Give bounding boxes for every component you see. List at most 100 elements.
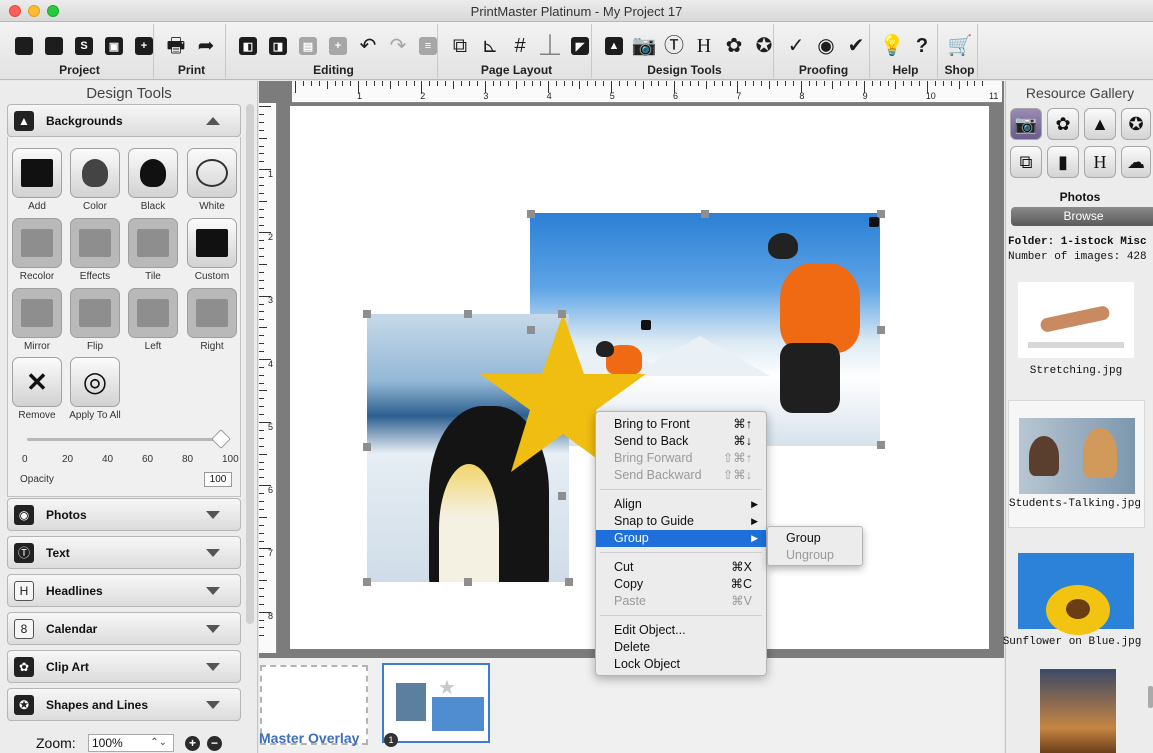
bg-custom-button[interactable]	[187, 218, 237, 268]
bg-apply-to-all-button[interactable]: ◎	[70, 357, 120, 407]
menu-item-bring-to-front[interactable]: Bring to Front ⌘↑	[596, 416, 766, 433]
headlines-gallery-button[interactable]: H	[1084, 146, 1116, 178]
align-icon[interactable]: ⏊	[538, 34, 562, 58]
menu-item-bring-forward[interactable]: Bring Forward ⇧⌘↑	[596, 450, 766, 467]
templates-gallery-button[interactable]: ▮	[1047, 146, 1079, 178]
section-headlines[interactable]: H Headlines	[7, 574, 241, 607]
selection-handle[interactable]	[565, 578, 573, 586]
photos-gallery-button[interactable]: 📷	[1010, 108, 1042, 140]
backgrounds-gallery-button[interactable]: ▲	[1084, 108, 1116, 140]
gallery-scrollbar[interactable]	[1148, 686, 1153, 708]
new-project-icon[interactable]	[12, 34, 36, 58]
selection-handle[interactable]	[363, 310, 371, 318]
open-project-icon[interactable]	[42, 34, 66, 58]
menu-item-cut[interactable]: Cut ⌘X	[596, 559, 766, 576]
zoom-out-button[interactable]: −	[207, 736, 222, 751]
proof-icon[interactable]: ◉	[814, 34, 838, 58]
redo-icon[interactable]: ↷	[386, 34, 410, 58]
section-backgrounds[interactable]: ▲ Backgrounds	[7, 104, 241, 137]
paste-icon[interactable]: ◧	[236, 34, 260, 58]
selection-handle[interactable]	[877, 326, 885, 334]
menu-item-lock-object[interactable]: Lock Object	[596, 656, 766, 673]
clipart-tool-icon[interactable]: ✿	[722, 34, 746, 58]
clipart-gallery-button[interactable]: ✿	[1047, 108, 1079, 140]
selection-handle[interactable]	[527, 210, 535, 218]
online-gallery-button[interactable]: ☁	[1121, 146, 1151, 178]
ruler-icon[interactable]: ⊾	[478, 34, 502, 58]
browse-button[interactable]: Browse	[1011, 207, 1153, 226]
pages-icon[interactable]: ⧉	[448, 34, 472, 58]
selection-handle[interactable]	[464, 310, 472, 318]
bg-left-button[interactable]	[128, 288, 178, 338]
bg-recolor-button[interactable]	[12, 218, 62, 268]
save-project-icon[interactable]: S	[72, 34, 96, 58]
selection-handle[interactable]	[877, 441, 885, 449]
selection-handle[interactable]	[464, 578, 472, 586]
grid-icon[interactable]: #	[508, 34, 532, 58]
gallery-item-students[interactable]: Students-Talking.jpg	[1008, 400, 1145, 528]
menu-item-delete[interactable]: Delete	[596, 639, 766, 656]
page-1-thumbnail[interactable]: ★	[382, 663, 490, 743]
section-clip-art[interactable]: ✿ Clip Art	[7, 650, 241, 683]
bg-white-button[interactable]	[187, 148, 237, 198]
selection-handle[interactable]	[558, 310, 566, 318]
bg-tile-button[interactable]	[128, 218, 178, 268]
duplicate-icon[interactable]: +	[326, 34, 350, 58]
check-icon[interactable]: ✔	[844, 34, 868, 58]
menu-item-copy[interactable]: Copy ⌘C	[596, 576, 766, 593]
headline-tool-icon[interactable]: H	[692, 34, 716, 58]
opacity-slider-track[interactable]	[27, 438, 223, 441]
gallery-item-stretching[interactable]: Stretching.jpg	[1008, 282, 1145, 387]
copy-icon[interactable]: ◨	[266, 34, 290, 58]
shapes-tool-icon[interactable]: ✪	[752, 34, 776, 58]
section-calendar[interactable]: 8 Calendar	[7, 612, 241, 645]
menu-item-group[interactable]: Group ▶	[596, 530, 766, 547]
submenu-item-group[interactable]: Group	[768, 530, 862, 547]
export-icon[interactable]: +	[132, 34, 156, 58]
select-all-icon[interactable]: ≡	[416, 34, 440, 58]
layouts-gallery-button[interactable]: ⧉	[1010, 146, 1042, 178]
shapes-gallery-button[interactable]: ✪	[1121, 108, 1151, 140]
submenu-item-ungroup[interactable]: Ungroup	[768, 547, 862, 564]
bg-remove-button[interactable]: ✕	[12, 357, 62, 407]
bg-right-button[interactable]	[187, 288, 237, 338]
zoom-in-button[interactable]: +	[185, 736, 200, 751]
menu-item-paste[interactable]: Paste ⌘V	[596, 593, 766, 610]
selection-handle[interactable]	[363, 443, 371, 451]
cut-icon[interactable]: ▤	[296, 34, 320, 58]
print-icon[interactable]: 🖶	[164, 34, 188, 58]
bg-black-button[interactable]	[128, 148, 178, 198]
section-shapes-and-lines[interactable]: ✪ Shapes and Lines	[7, 688, 241, 721]
selection-handle[interactable]	[527, 326, 535, 334]
bg-effects-button[interactable]	[70, 218, 120, 268]
bg-color-button[interactable]	[70, 148, 120, 198]
gallery-thumbnail-sunset[interactable]	[1040, 669, 1116, 753]
background-icon[interactable]: ▲	[602, 34, 626, 58]
opacity-input[interactable]: 100	[204, 472, 232, 487]
section-photos[interactable]: ◉ Photos	[7, 498, 241, 531]
menu-item-edit-object[interactable]: Edit Object...	[596, 622, 766, 639]
left-panel-scrollbar[interactable]	[246, 104, 254, 624]
cart-icon[interactable]: 🛒	[948, 34, 973, 58]
selection-handle[interactable]	[363, 578, 371, 586]
bg-add-button[interactable]	[12, 148, 62, 198]
menu-item-send-to-back[interactable]: Send to Back ⌘↓	[596, 433, 766, 450]
camera-icon[interactable]: 📷	[632, 34, 657, 58]
zoom-select[interactable]: 100% ⌃⌄	[88, 734, 174, 752]
selection-handle[interactable]	[701, 210, 709, 218]
spellcheck-icon[interactable]: ✓	[784, 34, 808, 58]
share-icon[interactable]: ➦	[194, 34, 218, 58]
undo-icon[interactable]: ↶	[356, 34, 380, 58]
save-as-icon[interactable]: ▣	[102, 34, 126, 58]
selection-handle[interactable]	[558, 492, 566, 500]
bg-flip-button[interactable]	[70, 288, 120, 338]
text-tool-icon[interactable]: Ⓣ	[662, 34, 686, 58]
menu-item-send-backward[interactable]: Send Backward ⇧⌘↓	[596, 467, 766, 484]
tip-icon[interactable]: 💡	[880, 34, 905, 58]
bg-mirror-button[interactable]	[12, 288, 62, 338]
menu-item-align[interactable]: Align ▶	[596, 496, 766, 513]
gallery-item-sunflower[interactable]: Sunflower on Blue.jpg	[1003, 553, 1145, 653]
page-corner-icon[interactable]: ◤	[568, 34, 592, 58]
help-icon[interactable]: ?	[910, 34, 934, 58]
menu-item-snap-to-guide[interactable]: Snap to Guide ▶	[596, 513, 766, 530]
